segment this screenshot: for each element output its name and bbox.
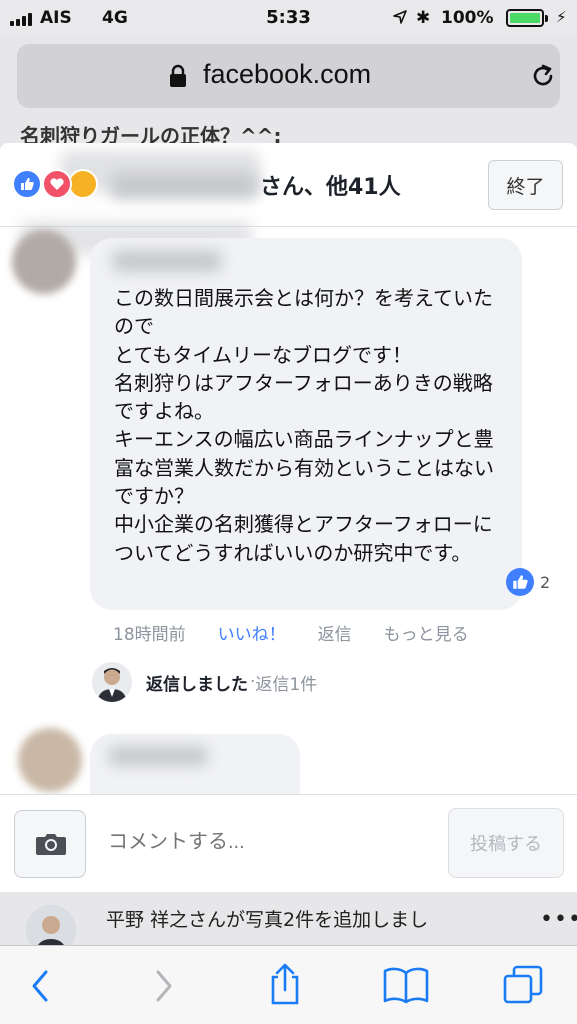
camera-icon	[36, 834, 66, 855]
reply-summary-row[interactable]: 返信しました · 返信1件	[92, 662, 317, 702]
like-count-number: 2	[540, 572, 551, 592]
commenter-avatar[interactable]	[12, 230, 76, 294]
comment-actions: 18時間前 いいね！ 返信 もっと見る	[113, 620, 469, 645]
reply-action-link[interactable]: 返信	[318, 620, 352, 645]
comment-timestamp[interactable]: 18時間前	[113, 620, 186, 645]
more-options-icon[interactable]: •••	[540, 907, 577, 932]
second-comment-bubble	[90, 734, 300, 794]
reactors-summary[interactable]: さん、他41人	[260, 169, 401, 201]
commenter-name-blurred[interactable]	[112, 250, 222, 272]
location-arrow-icon	[393, 10, 407, 24]
battery-icon	[506, 9, 544, 27]
background-post-text: 平野 祥之さんが写真2件を追加しまし	[106, 909, 429, 931]
share-icon[interactable]	[267, 962, 303, 1006]
lock-icon	[170, 64, 186, 87]
comment-composer: 投稿する	[0, 794, 577, 892]
address-bar[interactable]: facebook.com	[17, 44, 560, 108]
comment-input[interactable]	[108, 831, 418, 854]
modal-header: さん、他41人 終了	[0, 143, 577, 227]
post-button[interactable]: 投稿する	[448, 808, 564, 878]
browser-toolbar	[0, 945, 577, 1024]
tabs-icon[interactable]	[502, 964, 544, 1006]
like-reaction-icon	[12, 169, 42, 199]
comment-bubble: この数日間展示会とは何か？を考えていたので とてもタイムリーなブログです！ 名刺…	[90, 238, 522, 610]
bookmarks-icon[interactable]	[382, 966, 430, 1004]
url-text[interactable]: facebook.com	[203, 59, 371, 90]
comment-like-count[interactable]: 2	[506, 568, 550, 596]
love-reaction-icon	[42, 169, 72, 199]
replier-avatar	[92, 662, 132, 702]
back-icon[interactable]	[28, 966, 52, 1006]
more-action-link[interactable]: もっと見る	[384, 620, 469, 645]
battery-percent: 100%	[441, 8, 494, 28]
charging-bolt-icon: ⚡	[556, 8, 567, 26]
reload-icon[interactable]	[529, 62, 557, 90]
haha-reaction-icon	[68, 169, 98, 199]
like-action-link[interactable]: いいね！	[218, 620, 286, 645]
camera-button[interactable]	[14, 810, 86, 878]
reply-count[interactable]: 返信1件	[255, 670, 317, 695]
status-bar: AIS 4G 5:33 ✱ 100% ⚡	[0, 0, 577, 36]
comment-text: この数日間展示会とは何か？を考えていたので とてもタイムリーなブログです！ 名刺…	[114, 286, 494, 565]
done-button[interactable]: 終了	[488, 160, 563, 210]
second-commenter-avatar[interactable]	[18, 728, 82, 792]
like-badge-icon	[506, 568, 534, 596]
reply-label: 返信しました	[146, 674, 248, 695]
background-post-title: 名刺狩りガールの正体？^^:	[20, 124, 282, 144]
second-commenter-name-blurred	[108, 746, 208, 766]
bluetooth-icon: ✱	[416, 8, 431, 28]
background-post: 平野 祥之さんが写真2件を追加しまし •••	[0, 893, 577, 955]
forward-icon[interactable]	[152, 966, 176, 1006]
battery-tip	[545, 15, 548, 22]
